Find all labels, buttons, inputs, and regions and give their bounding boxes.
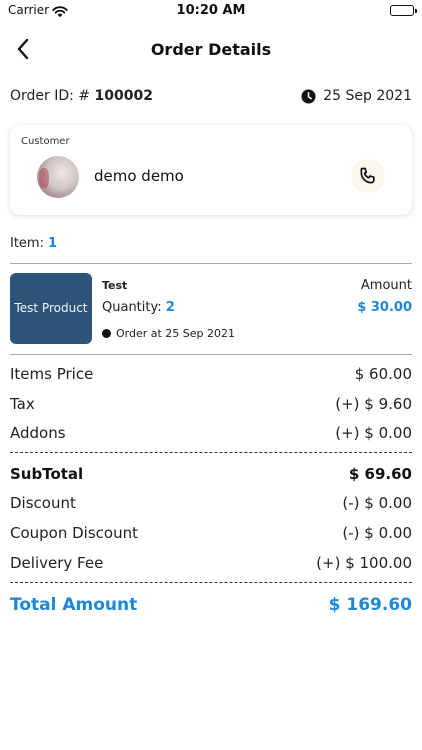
tax-value: (+) $ 9.60 — [335, 395, 412, 413]
addons-row: Addons (+) $ 0.00 — [10, 424, 412, 442]
customer-name: demo demo — [94, 167, 184, 185]
items-price-row: Items Price $ 60.00 — [10, 365, 412, 383]
delivery-fee-value: (+) $ 100.00 — [316, 554, 412, 572]
coupon-discount-label: Coupon Discount — [10, 524, 138, 542]
order-at-text: Order at 25 Sep 2021 — [116, 327, 236, 340]
order-date: 25 Sep 2021 — [301, 88, 412, 104]
coupon-discount-row: Coupon Discount (-) $ 0.00 — [10, 524, 412, 542]
order-id-label: Order ID: # — [10, 88, 91, 104]
total-amount-row: Total Amount $ 169.60 — [10, 595, 412, 615]
status-bar: Carrier 10:20 AM — [0, 0, 422, 22]
tax-label: Tax — [10, 395, 35, 413]
total-amount-value: $ 169.60 — [328, 595, 412, 615]
coupon-discount-value: (-) $ 0.00 — [342, 524, 412, 542]
items-price-value: $ 60.00 — [354, 365, 412, 383]
product-thumbnail[interactable]: Test Product — [10, 273, 92, 344]
product-name: Test — [102, 279, 128, 292]
delivery-fee-label: Delivery Fee — [10, 554, 104, 572]
addons-label: Addons — [10, 424, 66, 442]
phone-icon — [360, 167, 375, 184]
customer-label: Customer — [21, 136, 70, 147]
item-count: Item: 1 — [10, 236, 57, 251]
quantity-value: 2 — [165, 300, 175, 315]
discount-row: Discount (-) $ 0.00 — [10, 494, 412, 512]
discount-label: Discount — [10, 494, 76, 512]
subtotal-row: SubTotal $ 69.60 — [10, 465, 412, 483]
items-price-label: Items Price — [10, 365, 94, 383]
item-count-value: 1 — [47, 236, 58, 251]
discount-value: (-) $ 0.00 — [342, 494, 412, 512]
dashed-divider — [10, 582, 412, 583]
amount-label: Amount — [360, 278, 412, 293]
clock-icon — [301, 88, 316, 104]
order-date-text: 25 Sep 2021 — [323, 88, 412, 104]
order-id-value: 100002 — [94, 88, 153, 104]
call-button[interactable] — [351, 159, 385, 193]
tax-row: Tax (+) $ 9.60 — [10, 395, 412, 413]
customer-card: Customer demo demo — [10, 125, 412, 215]
delivery-fee-row: Delivery Fee (+) $ 100.00 — [10, 554, 412, 572]
subtotal-label: SubTotal — [10, 465, 84, 483]
addons-value: (+) $ 0.00 — [335, 424, 412, 442]
item-count-label: Item: — [10, 236, 44, 251]
product-quantity: Quantity: 2 — [102, 300, 175, 315]
amount-value: $ 30.00 — [357, 300, 412, 315]
dashed-divider — [10, 452, 412, 453]
status-dot-icon — [102, 329, 111, 338]
subtotal-value: $ 69.60 — [348, 465, 412, 483]
divider — [10, 263, 412, 264]
order-at: Order at 25 Sep 2021 — [102, 327, 235, 340]
battery-icon — [390, 5, 417, 16]
page-title: Order Details — [150, 40, 272, 59]
order-id: Order ID: # 100002 — [10, 88, 153, 104]
status-time: 10:20 AM — [176, 3, 246, 18]
divider — [10, 354, 412, 355]
avatar — [37, 156, 79, 198]
total-amount-label: Total Amount — [10, 595, 138, 615]
quantity-label: Quantity: — [102, 300, 162, 315]
